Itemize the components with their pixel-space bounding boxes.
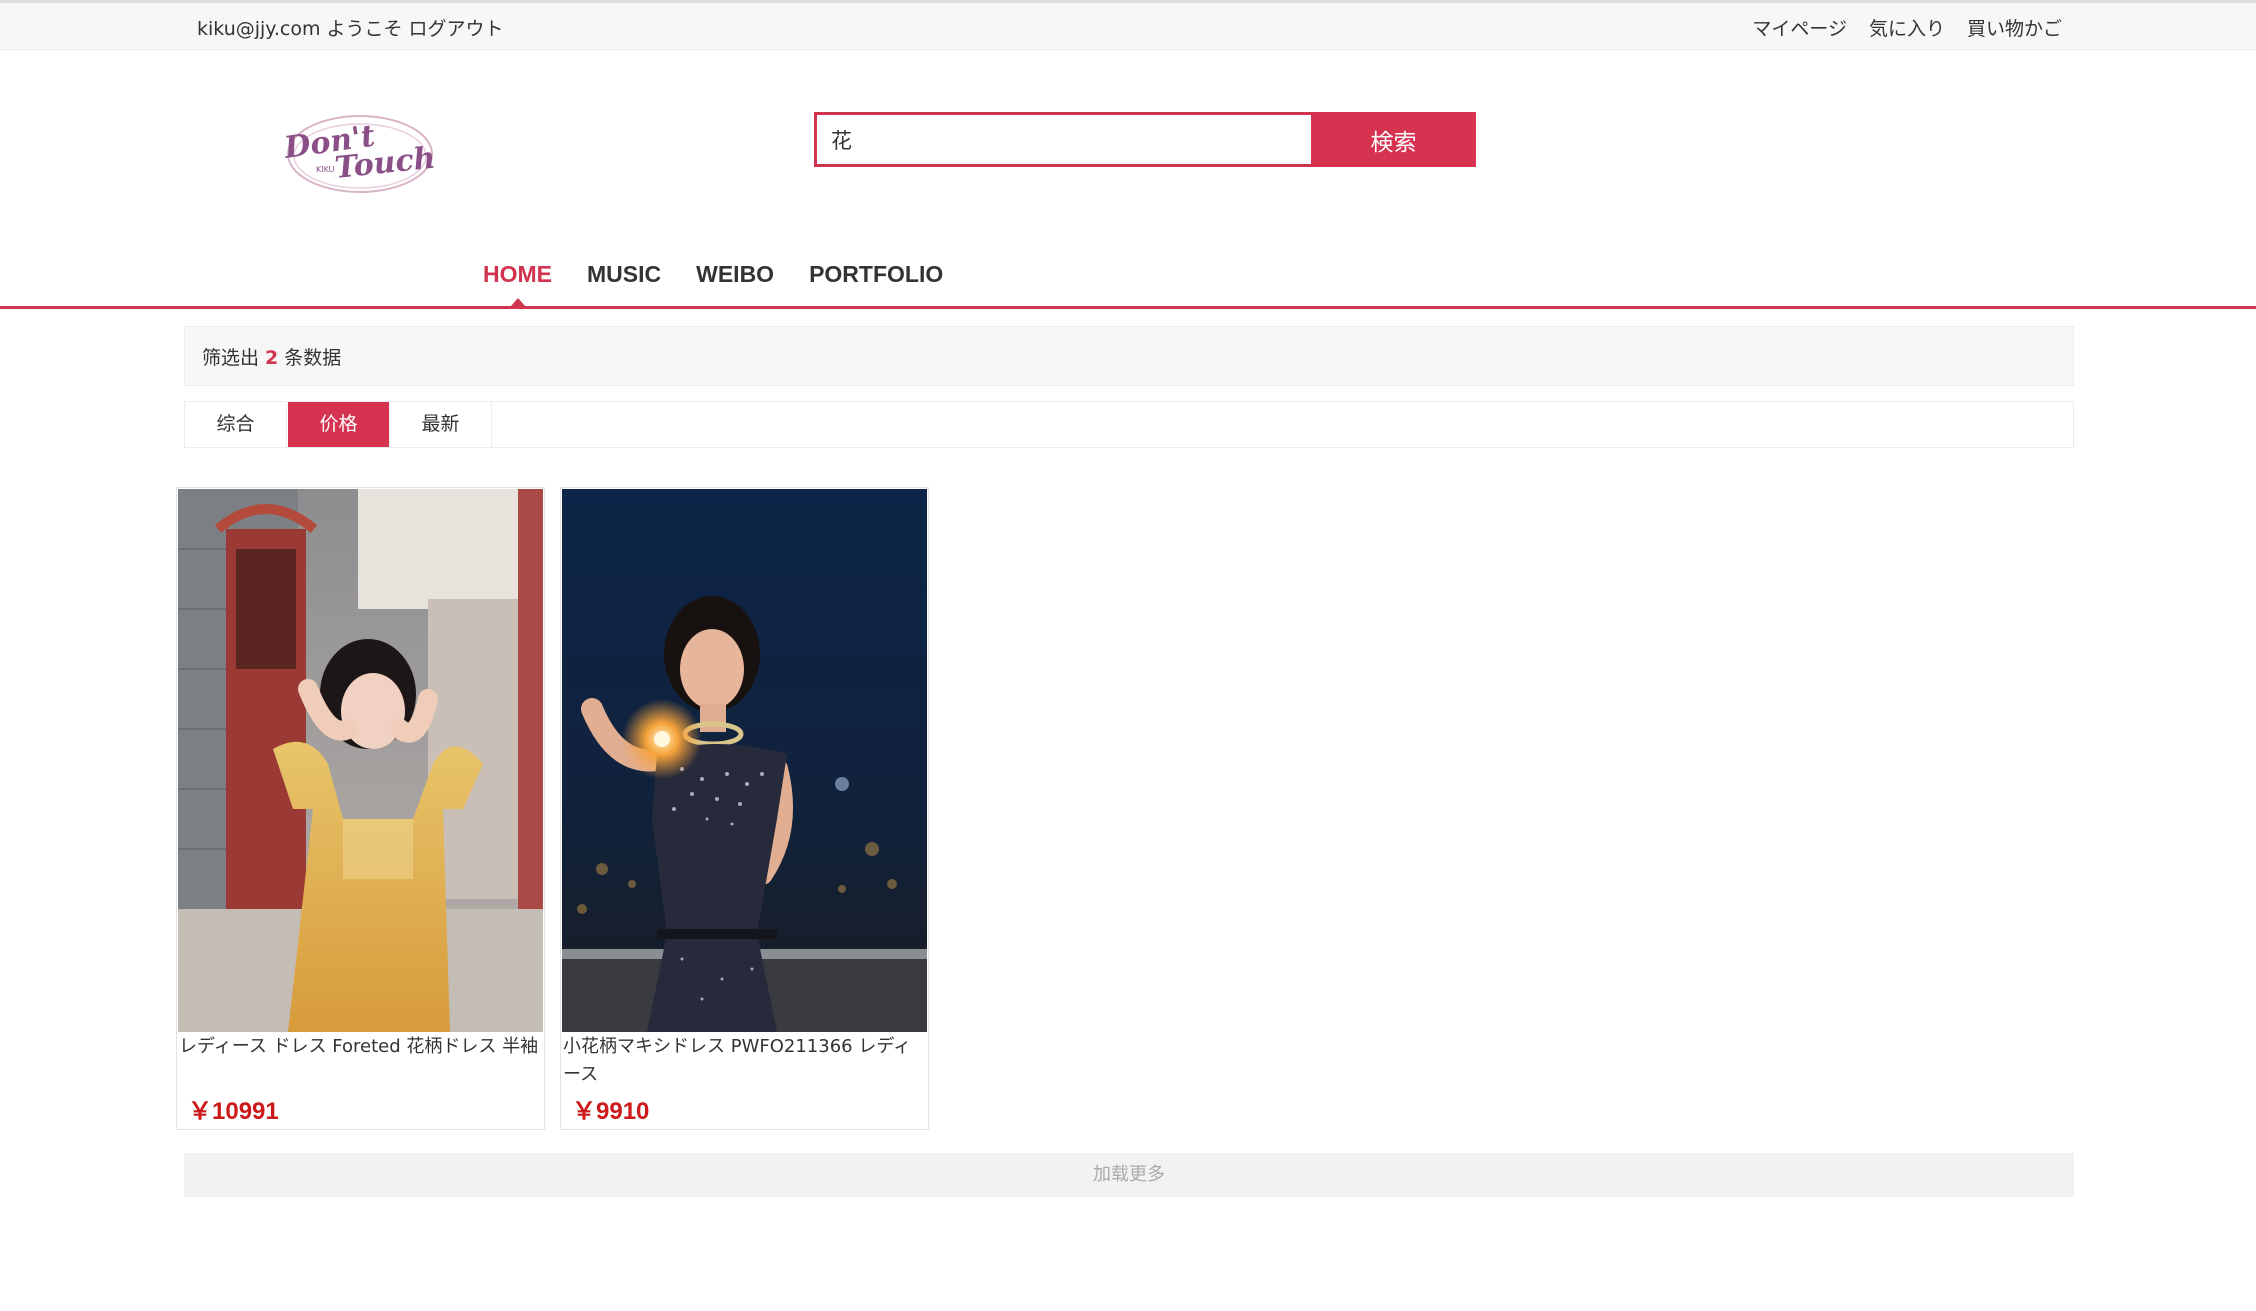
site-logo[interactable]: Don't Touch KIKU: [278, 108, 448, 204]
sort-tabs: 综合 价格 最新: [184, 401, 2074, 448]
product-photo-yellow-dress: [178, 489, 543, 1032]
top-links: マイページ 気に入り 買い物かご: [1730, 14, 2062, 41]
product-photo-night-dress: [562, 489, 927, 1032]
product-title[interactable]: 小花柄マキシドレス PWFO211366 レディース: [563, 1033, 925, 1089]
search-button[interactable]: 検索: [1311, 112, 1476, 167]
product-card[interactable]: レディース ドレス Foreted 花柄ドレス 半袖 ￥10991: [176, 487, 545, 1130]
product-price: ￥9910: [572, 1098, 650, 1125]
sort-tab-newest[interactable]: 最新: [390, 402, 492, 447]
product-image[interactable]: [562, 489, 927, 1032]
search-input[interactable]: [814, 112, 1311, 167]
user-greeting: kiku@jjy.com ようこそ ログアウト: [197, 14, 510, 41]
top-bar: kiku@jjy.com ようこそ ログアウト マイページ 気に入り 買い物かご: [0, 0, 2256, 50]
nav-item-music[interactable]: MUSIC: [587, 261, 661, 302]
result-prefix: 筛选出: [202, 347, 260, 369]
result-count: 2: [265, 347, 279, 369]
mypage-link[interactable]: マイページ: [1752, 18, 1847, 40]
load-more-button[interactable]: 加载更多: [184, 1153, 2074, 1197]
welcome-text: ようこそ: [326, 18, 403, 40]
product-price: ￥10991: [188, 1098, 279, 1125]
nav-item-weibo[interactable]: WEIBO: [696, 261, 774, 302]
favorites-link[interactable]: 気に入り: [1869, 18, 1945, 40]
user-email[interactable]: kiku@jjy.com: [197, 18, 320, 40]
nav-item-home[interactable]: HOME: [483, 261, 552, 306]
search-bar: 検索: [814, 112, 1476, 167]
nav-item-portfolio[interactable]: PORTFOLIO: [809, 261, 943, 302]
product-card[interactable]: 小花柄マキシドレス PWFO211366 レディース ￥9910: [560, 487, 929, 1130]
product-title[interactable]: レディース ドレス Foreted 花柄ドレス 半袖: [179, 1033, 541, 1061]
result-suffix: 条数据: [284, 347, 342, 369]
product-image[interactable]: [178, 489, 543, 1032]
sort-tab-price[interactable]: 价格: [288, 402, 390, 447]
result-summary: 筛选出 2 条数据: [184, 326, 2074, 386]
cart-link[interactable]: 買い物かご: [1967, 18, 2062, 40]
main-nav: HOME MUSIC WEIBO PORTFOLIO: [0, 255, 2256, 309]
logo-image: Don't Touch KIKU: [281, 115, 437, 193]
sort-tab-general[interactable]: 综合: [185, 402, 287, 447]
logout-link[interactable]: ログアウト: [408, 18, 503, 40]
logo-text-small: KIKU: [316, 165, 335, 174]
